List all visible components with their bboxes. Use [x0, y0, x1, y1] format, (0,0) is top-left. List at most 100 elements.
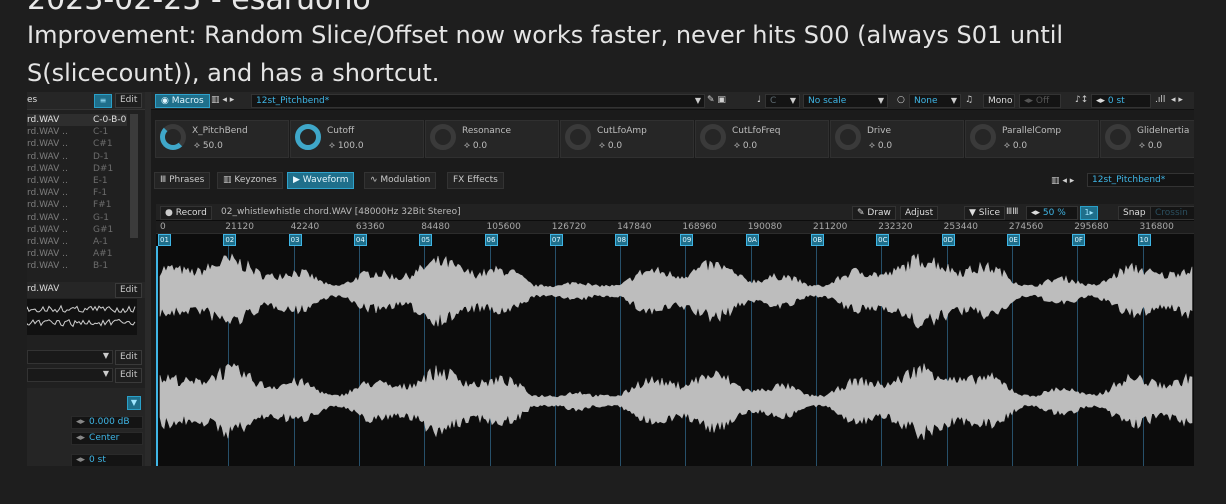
macro-value[interactable]: ⟡ 50.0 [194, 141, 223, 151]
macro-knob[interactable] [970, 124, 996, 150]
sample-list-item[interactable]: rd.WAV .. A#1 [27, 248, 127, 260]
macro-value[interactable]: ⟡ 100.0 [329, 141, 364, 151]
sample-list-edit-button[interactable]: Edit [115, 93, 143, 108]
macro-knob[interactable] [565, 124, 591, 150]
slice-marker[interactable]: 05 [419, 234, 433, 246]
tab-phrases[interactable]: Ⅲ Phrases [154, 172, 211, 189]
zoom-field[interactable]: ◂▸ 50 % [1026, 206, 1078, 220]
slice-marker[interactable]: 06 [484, 234, 498, 246]
snap-button[interactable]: Snap [1118, 206, 1151, 220]
adjust-button[interactable]: Adjust [900, 206, 939, 220]
macro-knob[interactable] [1105, 124, 1131, 150]
macro-knobs: X_PitchBend ⟡ 50.0 Cutoff ⟡ 100.0 Resonance ⟡… [151, 116, 1194, 160]
volume-field[interactable]: ◂▸ 0.000 dB [71, 416, 143, 429]
sample-list-scrollbar[interactable] [130, 114, 138, 238]
macro-knob[interactable] [835, 124, 861, 150]
mapping-icon: ⟡ [329, 141, 338, 151]
panning-field[interactable]: ◂▸ Center [71, 432, 143, 445]
slice-marker[interactable]: 0B [811, 234, 824, 246]
waveform-display[interactable] [156, 246, 1194, 466]
none-dropdown[interactable]: None ▼ [909, 94, 961, 108]
slice-marker[interactable]: 07 [549, 234, 563, 246]
sample-name: rd.WAV .. [27, 212, 68, 223]
sample-list-item[interactable]: rd.WAV .. C#1 [27, 138, 127, 150]
tab-modulation[interactable]: ∿ Modulation [364, 172, 437, 189]
sample-list-item[interactable]: rd.WAV .. D#1 [27, 163, 127, 175]
mono-toggle[interactable]: Mono [983, 94, 1015, 108]
sample-file-edit-button[interactable]: Edit [115, 283, 143, 298]
slice-marker[interactable]: 04 [353, 234, 367, 246]
macro-value[interactable]: ⟡ 0.0 [464, 141, 487, 151]
macro-value[interactable]: ⟡ 0.0 [869, 141, 892, 151]
macro-name: ParallelComp [1002, 126, 1062, 136]
arrows-icon[interactable]: ◂ ▸ [1171, 95, 1183, 105]
edit-button-2[interactable]: Edit [115, 368, 143, 383]
sample-name: rd.WAV .. [27, 200, 68, 211]
tab-preset-dropdown[interactable]: 12st_Pitchbend* [1087, 173, 1194, 187]
transpose-field[interactable]: ◂▸ 0 st [71, 454, 143, 466]
macro-value[interactable]: ⟡ 0.0 [1004, 141, 1027, 151]
slice-marker[interactable]: 0C [876, 234, 890, 246]
macros-button[interactable]: ◉ Macros [155, 94, 210, 108]
slice-marker[interactable]: 09 [680, 234, 694, 246]
sample-list-item[interactable]: rd.WAV .. A-1 [27, 236, 127, 248]
slice-marker[interactable]: 0E [1006, 234, 1020, 246]
macro-value[interactable]: ⟡ 0.0 [599, 141, 622, 151]
transpose-toolbar-field[interactable]: ◂▸ 0 st [1091, 94, 1151, 108]
properties-toggle-icon[interactable]: ▼ [127, 396, 141, 410]
macro-value[interactable]: ⟡ 0.0 [1139, 141, 1162, 151]
list-view-icon[interactable]: ≡ [94, 94, 112, 108]
slice-marker[interactable]: 10 [1137, 234, 1151, 246]
ruler-tick-label: 105600 [486, 222, 521, 232]
scale-key-dropdown[interactable]: C ▼ [765, 94, 800, 108]
macro-name: Drive [867, 126, 891, 136]
sample-list-item[interactable]: rd.WAV .. E-1 [27, 175, 127, 187]
preset-save-icon[interactable]: ✎ ▣ [707, 95, 726, 105]
slice-marker[interactable]: 03 [288, 234, 302, 246]
tab-keyzones[interactable]: ▥ Keyzones [217, 172, 283, 189]
sample-ruler[interactable]: 0 21120 42240 63360 84480 105600 126720 147840 1… [156, 221, 1194, 234]
slice-marker[interactable]: 0A [745, 234, 759, 246]
slice-marker[interactable]: 01 [158, 234, 171, 246]
sample-list-item[interactable]: rd.WAV .. F#1 [27, 199, 127, 211]
preset-dropdown[interactable]: 12st_Pitchbend* ▼ [251, 94, 705, 108]
sample-list-item[interactable]: rd.WAV C-0-B-0 [27, 114, 127, 127]
slice-marker[interactable]: 0F [1072, 234, 1086, 246]
tab-icon: ▥ [223, 175, 235, 185]
sample-note: G-1 [93, 212, 109, 223]
sample-list-item[interactable]: rd.WAV .. G-1 [27, 212, 127, 224]
instrument-select-1[interactable]: ▼ [27, 350, 113, 364]
sample-list-item[interactable]: rd.WAV .. D-1 [27, 151, 127, 163]
slice-marker[interactable]: 08 [615, 234, 629, 246]
ruler-tick-label: 190080 [747, 222, 783, 232]
sample-list-item[interactable]: rd.WAV .. G#1 [27, 224, 127, 236]
playhead-cursor[interactable] [156, 246, 158, 466]
sync-icon[interactable]: 1▸ [1080, 206, 1098, 220]
sample-list-item[interactable]: rd.WAV .. F-1 [27, 187, 127, 199]
sample-list-item[interactable]: rd.WAV .. B-1 [27, 260, 127, 272]
preset-browse-icon[interactable]: ▥ ◂ ▸ [211, 95, 234, 105]
macro-knob[interactable] [295, 124, 321, 150]
snap-dropdown[interactable]: Crossin [1150, 206, 1194, 220]
tab-effects[interactable]: FX Effects [447, 172, 504, 189]
macro-knob[interactable] [160, 124, 186, 150]
slice-marker[interactable]: 0D [941, 234, 955, 246]
edit-button-1[interactable]: Edit [115, 350, 143, 365]
macro-value[interactable]: ⟡ 0.0 [734, 141, 757, 151]
macro-knob[interactable] [430, 124, 456, 150]
tab-waveform[interactable]: ▶ Waveform [287, 172, 355, 189]
sample-list: rd.WAV C-0-B-0 rd.WAV .. C-1 rd.WAV .. C#1 rd.… [27, 114, 127, 272]
glide-field[interactable]: ◂▸ Off [1019, 94, 1061, 108]
macro-knob[interactable] [700, 124, 726, 150]
slice-button[interactable]: ▼ Slice [964, 206, 1005, 220]
scale-dropdown[interactable]: No scale ▼ [803, 94, 888, 108]
draw-button[interactable]: ✎ Draw [852, 206, 896, 220]
sample-list-item[interactable]: rd.WAV .. C-1 [27, 126, 127, 138]
instrument-select-2[interactable]: ▼ [27, 368, 113, 382]
record-button[interactable]: ● Record [160, 206, 212, 220]
ruler-tick-label: 316800 [1139, 222, 1174, 232]
search-icon[interactable]: ○ [897, 95, 905, 105]
sample-name: rd.WAV .. [27, 175, 68, 186]
volume-meter-icon: .ıll [1155, 95, 1166, 105]
slice-marker[interactable]: 02 [223, 234, 237, 246]
